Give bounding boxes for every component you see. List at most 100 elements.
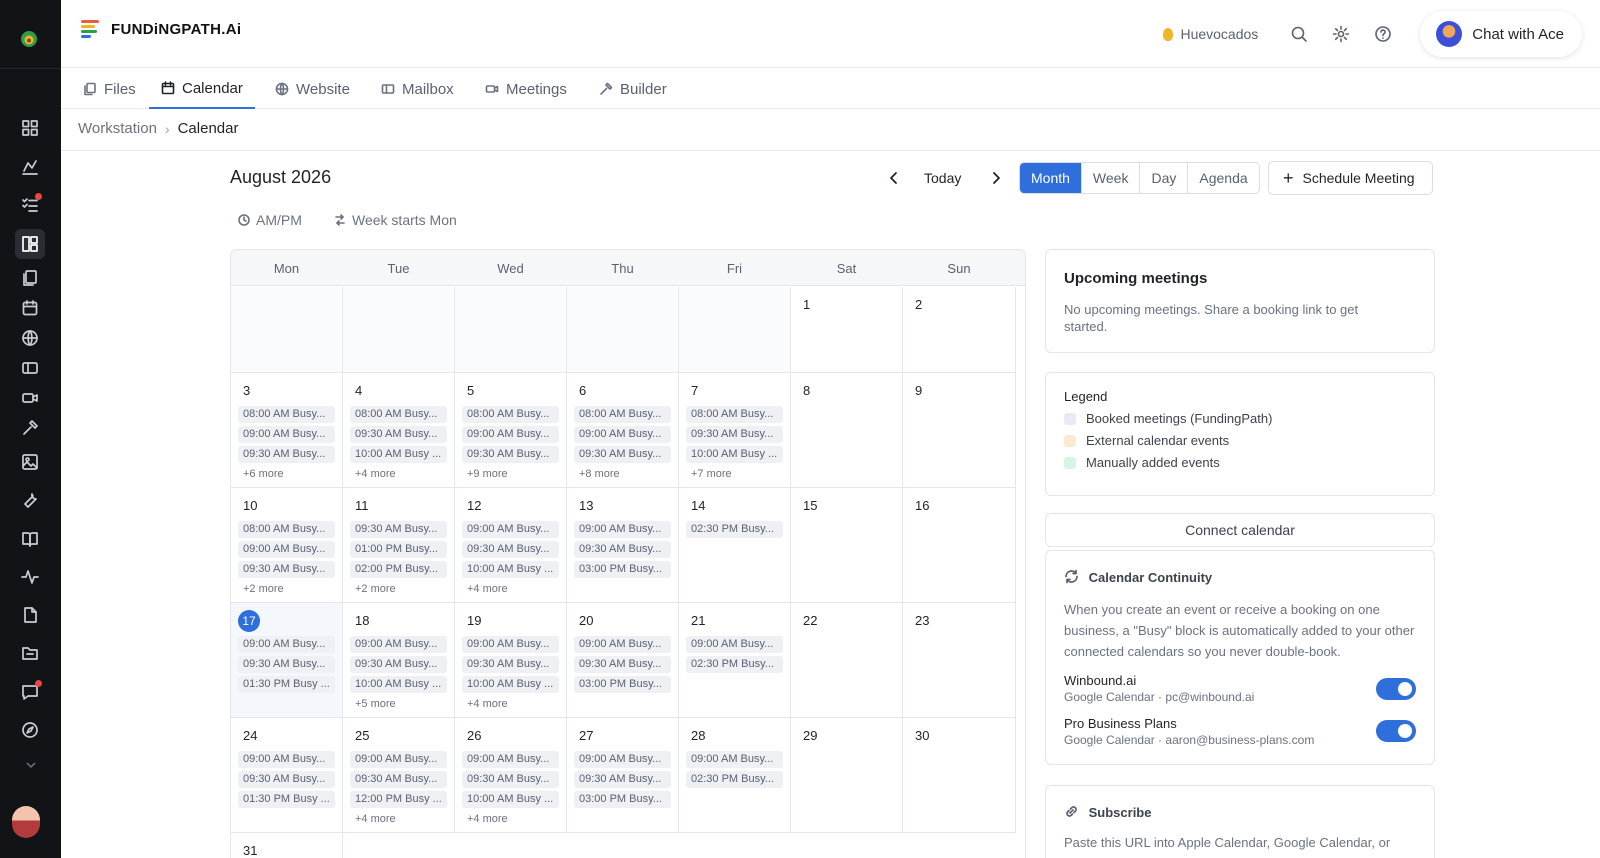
mailbox-icon[interactable] xyxy=(19,357,41,379)
day-cell-empty[interactable] xyxy=(567,287,679,373)
event-chip[interactable]: 02:30 PM Busy... xyxy=(686,521,783,538)
event-chip[interactable]: 08:00 AM Busy... xyxy=(350,406,447,423)
week-start-toggle[interactable]: Week starts Mon xyxy=(334,212,457,228)
day-cell-14[interactable]: 14 02:30 PM Busy... xyxy=(679,488,791,603)
event-chip[interactable]: 09:30 AM Busy... xyxy=(238,771,335,788)
image-icon[interactable] xyxy=(19,451,41,473)
event-chip[interactable]: 09:00 AM Busy... xyxy=(350,636,447,653)
day-cell-23[interactable]: 23 xyxy=(903,603,1016,718)
app-logo-icon[interactable] xyxy=(18,28,40,50)
day-cell-24[interactable]: 24 09:00 AM Busy... 09:30 AM Busy... 01:30 … xyxy=(231,718,343,833)
chat-with-ace-button[interactable]: Chat with Ace xyxy=(1420,11,1582,57)
search-icon[interactable] xyxy=(1288,23,1310,45)
event-chip[interactable]: 09:30 AM Busy... xyxy=(686,426,783,443)
event-chip[interactable]: 02:00 PM Busy... xyxy=(350,561,447,578)
event-chip[interactable]: 03:00 PM Busy... xyxy=(574,791,671,808)
view-month-button[interactable]: Month xyxy=(1020,163,1082,193)
day-cell-17[interactable]: 17 09:00 AM Busy... 09:30 AM Busy... 01:30 … xyxy=(231,603,343,718)
view-week-button[interactable]: Week xyxy=(1081,163,1141,193)
event-chip[interactable]: 10:00 AM Busy ... xyxy=(462,561,559,578)
prev-month-button[interactable] xyxy=(884,168,904,188)
day-cell-11[interactable]: 11 09:30 AM Busy... 01:00 PM Busy... 02:00 … xyxy=(343,488,455,603)
event-chip[interactable]: 09:30 AM Busy... xyxy=(350,521,447,538)
workspace-switcher[interactable]: Huevocados xyxy=(1163,26,1258,42)
workstation-icon[interactable] xyxy=(15,229,45,259)
event-chip[interactable]: 10:00 AM Busy ... xyxy=(462,791,559,808)
more-events-link[interactable]: +6 more xyxy=(243,468,284,480)
more-events-link[interactable]: +5 more xyxy=(355,698,396,710)
event-chip[interactable]: 09:30 AM Busy... xyxy=(574,771,671,788)
event-chip[interactable]: 09:00 AM Busy... xyxy=(238,426,335,443)
more-events-link[interactable]: +4 more xyxy=(355,813,396,825)
tab-calendar[interactable]: Calendar xyxy=(149,69,255,109)
event-chip[interactable]: 08:00 AM Busy... xyxy=(686,406,783,423)
next-month-button[interactable] xyxy=(986,168,1006,188)
event-chip[interactable]: 09:30 AM Busy... xyxy=(350,656,447,673)
day-cell-13[interactable]: 13 09:00 AM Busy... 09:30 AM Busy... 03:00 … xyxy=(567,488,679,603)
event-chip[interactable]: 09:00 AM Busy... xyxy=(686,751,783,768)
builder-icon[interactable] xyxy=(19,417,41,439)
event-chip[interactable]: 03:00 PM Busy... xyxy=(574,561,671,578)
calendar-icon[interactable] xyxy=(19,297,41,319)
day-cell-31[interactable]: 31 xyxy=(231,833,343,858)
day-cell-22[interactable]: 22 xyxy=(791,603,903,718)
day-cell-18[interactable]: 18 09:00 AM Busy... 09:30 AM Busy... 10:00 … xyxy=(343,603,455,718)
pro-business-plans-sync-toggle[interactable] xyxy=(1376,720,1416,742)
event-chip[interactable]: 09:30 AM Busy... xyxy=(462,446,559,463)
tab-files[interactable]: Files xyxy=(71,69,148,109)
ampm-toggle[interactable]: AM/PM xyxy=(238,212,302,228)
day-cell-19[interactable]: 19 09:00 AM Busy... 09:30 AM Busy... 10:00 … xyxy=(455,603,567,718)
event-chip[interactable]: 10:00 AM Busy ... xyxy=(350,676,447,693)
files-icon[interactable] xyxy=(19,267,41,289)
view-day-button[interactable]: Day xyxy=(1140,163,1189,193)
day-cell-21[interactable]: 21 09:00 AM Busy... 02:30 PM Busy... xyxy=(679,603,791,718)
event-chip[interactable]: 09:00 AM Busy... xyxy=(462,426,559,443)
event-chip[interactable]: 09:30 AM Busy... xyxy=(574,446,671,463)
event-chip[interactable]: 09:00 AM Busy... xyxy=(462,521,559,538)
day-cell-15[interactable]: 15 xyxy=(791,488,903,603)
day-cell-7[interactable]: 7 08:00 AM Busy... 09:30 AM Busy... 10:00 A… xyxy=(679,373,791,488)
event-chip[interactable]: 09:00 AM Busy... xyxy=(686,636,783,653)
day-cell-5[interactable]: 5 08:00 AM Busy... 09:00 AM Busy... 09:30 A… xyxy=(455,373,567,488)
tab-meetings[interactable]: Meetings xyxy=(473,69,579,109)
event-chip[interactable]: 09:00 AM Busy... xyxy=(574,521,671,538)
day-cell-26[interactable]: 26 09:00 AM Busy... 09:30 AM Busy... 10:00 … xyxy=(455,718,567,833)
tab-builder[interactable]: Builder xyxy=(587,69,679,109)
event-chip[interactable]: 10:00 AM Busy ... xyxy=(686,446,783,463)
event-chip[interactable]: 09:00 AM Busy... xyxy=(574,426,671,443)
event-chip[interactable]: 09:30 AM Busy... xyxy=(462,656,559,673)
event-chip[interactable]: 09:30 AM Busy... xyxy=(574,541,671,558)
tools-icon[interactable] xyxy=(19,489,41,511)
day-cell-empty[interactable] xyxy=(455,287,567,373)
event-chip[interactable]: 09:00 AM Busy... xyxy=(462,751,559,768)
event-chip[interactable]: 03:00 PM Busy... xyxy=(574,676,671,693)
event-chip[interactable]: 09:30 AM Busy... xyxy=(462,771,559,788)
book-icon[interactable] xyxy=(19,528,41,550)
chevron-down-icon[interactable] xyxy=(24,760,38,770)
day-cell-12[interactable]: 12 09:00 AM Busy... 09:30 AM Busy... 10:00 … xyxy=(455,488,567,603)
day-cell-20[interactable]: 20 09:00 AM Busy... 09:30 AM Busy... 03:00 … xyxy=(567,603,679,718)
event-chip[interactable]: 10:00 AM Busy ... xyxy=(462,676,559,693)
day-cell-25[interactable]: 25 09:00 AM Busy... 09:30 AM Busy... 12:00 … xyxy=(343,718,455,833)
view-agenda-button[interactable]: Agenda xyxy=(1188,163,1259,193)
more-events-link[interactable]: +4 more xyxy=(467,583,508,595)
gear-icon[interactable] xyxy=(1330,23,1352,45)
event-chip[interactable]: 08:00 AM Busy... xyxy=(238,521,335,538)
day-cell-1[interactable]: 1 xyxy=(791,287,903,373)
event-chip[interactable]: 09:30 AM Busy... xyxy=(574,656,671,673)
event-chip[interactable]: 08:00 AM Busy... xyxy=(574,406,671,423)
event-chip[interactable]: 01:30 PM Busy ... xyxy=(238,676,335,693)
today-button[interactable]: Today xyxy=(924,170,961,186)
day-cell-16[interactable]: 16 xyxy=(903,488,1016,603)
event-chip[interactable]: 09:00 AM Busy... xyxy=(238,636,335,653)
event-chip[interactable]: 01:00 PM Busy... xyxy=(350,541,447,558)
day-cell-empty[interactable] xyxy=(343,287,455,373)
event-chip[interactable]: 09:00 AM Busy... xyxy=(574,751,671,768)
website-icon[interactable] xyxy=(19,327,41,349)
day-cell-empty[interactable] xyxy=(231,287,343,373)
more-events-link[interactable]: +2 more xyxy=(355,583,396,595)
event-chip[interactable]: 09:00 AM Busy... xyxy=(350,751,447,768)
tab-mailbox[interactable]: Mailbox xyxy=(369,69,466,109)
day-cell-27[interactable]: 27 09:00 AM Busy... 09:30 AM Busy... 03:00 … xyxy=(567,718,679,833)
breadcrumb-workstation[interactable]: Workstation xyxy=(78,120,157,137)
